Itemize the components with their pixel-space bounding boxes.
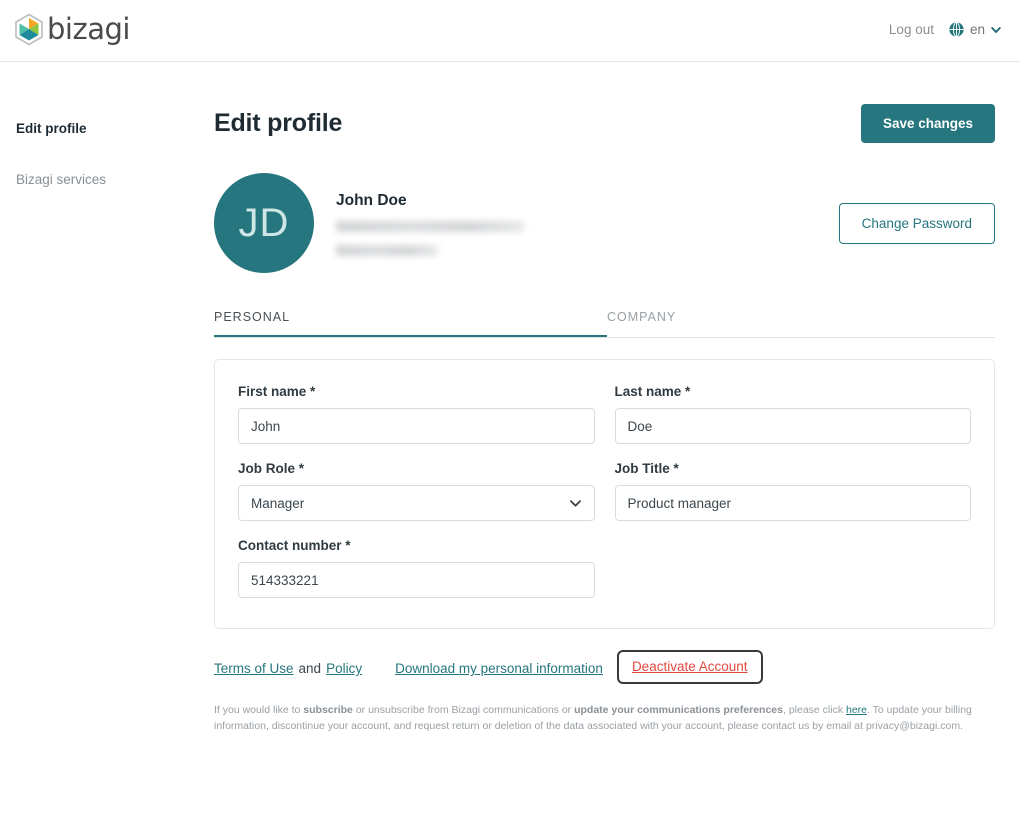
language-selector[interactable]: en bbox=[948, 21, 1002, 38]
personal-form-card: First name * John Last name * Doe Job Ro… bbox=[214, 359, 995, 629]
field-label: Job Role * bbox=[238, 461, 305, 476]
sidebar-item-label: Edit profile bbox=[16, 121, 87, 136]
field-first-name: First name * John bbox=[238, 384, 595, 444]
form-grid: First name * John Last name * Doe Job Ro… bbox=[238, 384, 971, 598]
sidebar: Edit profile Bizagi services bbox=[0, 62, 195, 831]
deactivate-account-highlight: Deactivate Account bbox=[616, 650, 763, 684]
save-changes-button[interactable]: Save changes bbox=[860, 104, 995, 143]
form-grid-spacer bbox=[615, 538, 972, 598]
fineprint-part-3: , please click bbox=[782, 704, 846, 716]
tab-label: COMPANY bbox=[606, 310, 677, 324]
user-identity: JD John Doe bbox=[214, 173, 524, 273]
contact-number-input[interactable]: 514333221 bbox=[238, 562, 595, 598]
fineprint-part-1: If you would like to bbox=[214, 704, 304, 716]
page-header: Edit profile Save changes bbox=[214, 104, 995, 143]
first-name-input[interactable]: John bbox=[238, 408, 595, 444]
brand-logo[interactable]: bizagi bbox=[14, 13, 130, 46]
download-personal-information-link[interactable]: Download my personal information bbox=[395, 661, 603, 676]
user-organization-redacted bbox=[336, 245, 438, 256]
user-summary-row: JD John Doe Change Password bbox=[214, 173, 995, 273]
user-name: John Doe bbox=[336, 192, 407, 209]
sidebar-item-bizagi-services[interactable]: Bizagi services bbox=[0, 163, 195, 196]
page-title: Edit profile bbox=[214, 109, 343, 137]
globe-icon bbox=[949, 21, 964, 38]
field-last-name: Last name * Doe bbox=[614, 384, 971, 444]
tab-personal[interactable]: PERSONAL bbox=[214, 310, 607, 337]
field-contact-number: Contact number * 514333221 bbox=[238, 538, 595, 598]
field-label: First name * bbox=[238, 384, 316, 399]
avatar: JD bbox=[214, 173, 314, 273]
fineprint-here-link[interactable]: here bbox=[846, 704, 867, 716]
tab-label: PERSONAL bbox=[214, 310, 291, 324]
top-bar: bizagi Log out en bbox=[0, 0, 1020, 62]
fineprint-bold-preferences: update your communications preferences bbox=[574, 704, 783, 716]
and-label: and bbox=[298, 661, 322, 676]
fineprint-part-2: or unsubscribe from Bizagi communication… bbox=[352, 704, 575, 716]
fineprint-bold-subscribe: subscribe bbox=[303, 704, 353, 716]
job-role-select-wrapper: Manager bbox=[238, 485, 595, 521]
sidebar-item-edit-profile[interactable]: Edit profile bbox=[0, 112, 195, 145]
terms-of-use-link[interactable]: Terms of Use bbox=[214, 661, 294, 676]
user-meta: John Doe bbox=[336, 190, 524, 256]
main-content: Edit profile Save changes JD John Doe Ch… bbox=[195, 62, 1020, 831]
logout-link[interactable]: Log out bbox=[889, 22, 934, 37]
tab-company[interactable]: COMPANY bbox=[607, 310, 995, 337]
job-role-select[interactable]: Manager bbox=[238, 485, 595, 521]
top-bar-actions: Log out en bbox=[889, 21, 1002, 38]
field-label: Job Title * bbox=[614, 461, 679, 476]
field-label: Contact number * bbox=[238, 538, 351, 553]
bizagi-hexagon-logo-icon bbox=[15, 13, 43, 46]
language-code-label: en bbox=[969, 22, 985, 37]
sidebar-item-label: Bizagi services bbox=[16, 172, 107, 187]
chevron-down-icon bbox=[991, 26, 1001, 33]
brand-logo-text: bizagi bbox=[47, 12, 130, 46]
fineprint-text: If you would like to subscribe or unsubs… bbox=[214, 702, 974, 735]
field-job-title: Job Title * Product manager bbox=[614, 461, 971, 521]
job-title-input[interactable]: Product manager bbox=[614, 485, 971, 521]
policy-link[interactable]: Policy bbox=[326, 661, 362, 676]
field-job-role: Job Role * Manager bbox=[238, 461, 595, 521]
profile-tabs: PERSONAL COMPANY bbox=[214, 310, 995, 338]
change-password-button[interactable]: Change Password bbox=[838, 202, 995, 244]
footer-links: Terms of Use and Policy Download my pers… bbox=[214, 650, 995, 684]
field-label: Last name * bbox=[614, 384, 691, 399]
user-email-redacted bbox=[336, 221, 524, 232]
deactivate-account-link[interactable]: Deactivate Account bbox=[632, 659, 748, 674]
last-name-input[interactable]: Doe bbox=[614, 408, 971, 444]
